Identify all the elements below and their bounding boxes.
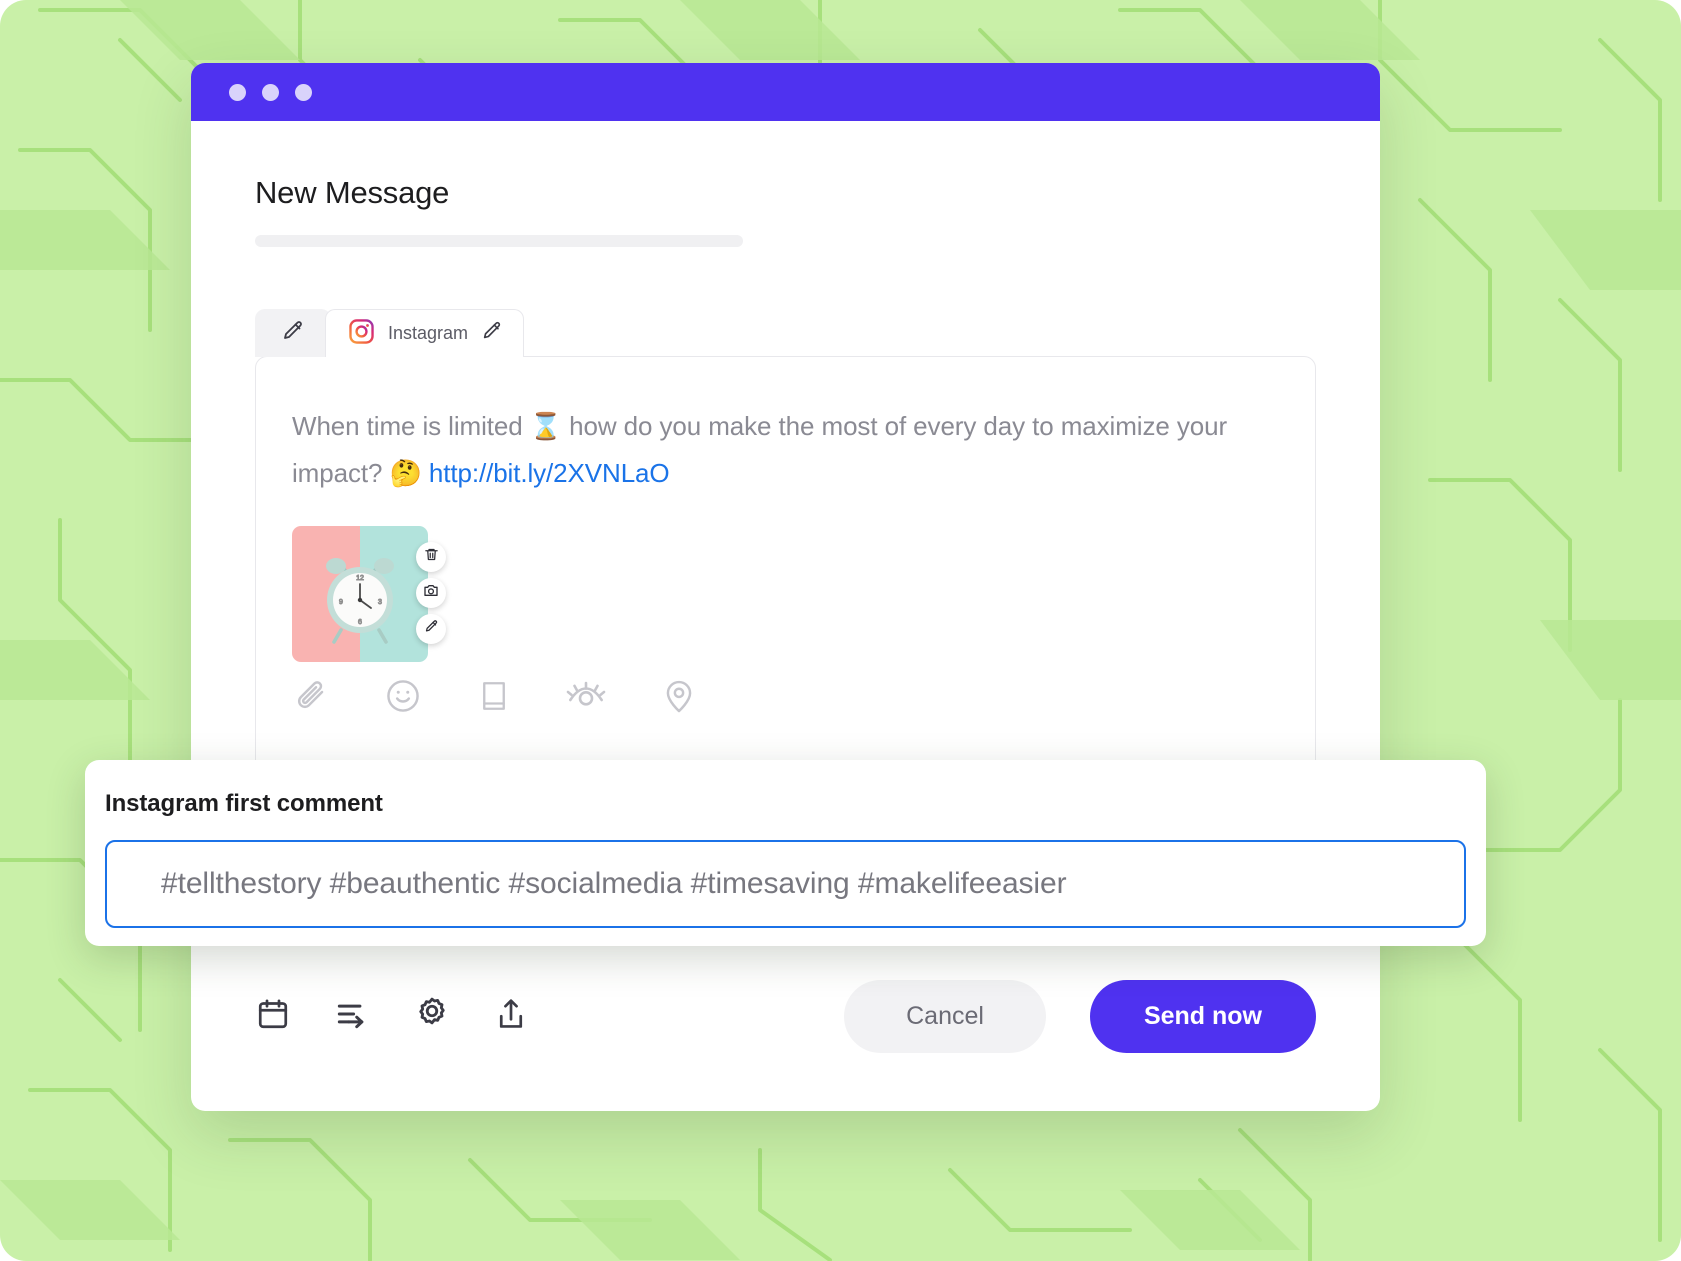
- pencil-icon: [424, 619, 439, 639]
- instagram-first-comment-panel: Instagram first comment #tellthestory #b…: [85, 760, 1486, 946]
- schedule-button[interactable]: [255, 996, 291, 1037]
- minimize-window-button[interactable]: [262, 83, 279, 101]
- channel-tabs: Instagram: [255, 309, 1316, 357]
- window-titlebar: [191, 63, 1380, 121]
- saved-content-button[interactable]: [476, 678, 512, 719]
- edit-attachment-button[interactable]: [416, 613, 446, 644]
- close-window-button[interactable]: [229, 83, 246, 101]
- bottom-buttons: Cancel Send now: [844, 980, 1316, 1053]
- app-window: New Message Instagram When time is limit…: [191, 63, 1380, 1111]
- tab-compose[interactable]: [255, 309, 331, 357]
- svg-text:12: 12: [356, 575, 364, 582]
- alarm-clock-thumbnail[interactable]: 12 3 6 9: [292, 525, 428, 662]
- pencil-icon: [281, 319, 305, 348]
- camera-icon: [423, 582, 439, 603]
- send-now-button[interactable]: Send now: [1089, 980, 1316, 1053]
- attach-file-button[interactable]: [292, 677, 330, 720]
- page-title: New Message: [255, 175, 450, 210]
- message-link[interactable]: http://bit.ly/2XVNLaO: [429, 458, 670, 488]
- svg-text:6: 6: [358, 619, 362, 626]
- window-body: New Message Instagram When time is limit…: [191, 121, 1380, 1111]
- emoji-button[interactable]: [384, 677, 422, 720]
- first-comment-label: Instagram first comment: [105, 790, 383, 817]
- location-button[interactable]: [660, 677, 698, 720]
- maximize-window-button[interactable]: [295, 83, 312, 101]
- alarm-clock-illustration: 12 3 6 9: [326, 557, 394, 644]
- title-placeholder-bar: [255, 235, 743, 247]
- trash-icon: [424, 547, 439, 567]
- preview-button[interactable]: [566, 676, 606, 721]
- tab-instagram-label: Instagram: [388, 323, 469, 343]
- queue-button[interactable]: [333, 995, 371, 1038]
- message-composer[interactable]: When time is limited ⌛ how do you make t…: [255, 356, 1316, 786]
- tab-instagram[interactable]: Instagram: [325, 309, 525, 357]
- share-button[interactable]: [493, 996, 529, 1037]
- composer-toolbar: [292, 676, 698, 721]
- message-text[interactable]: When time is limited ⌛ how do you make t…: [292, 403, 1279, 498]
- attachment-thumbnail-wrapper: 12 3 6 9: [292, 525, 446, 662]
- bottom-action-bar: Cancel Send now: [255, 980, 1316, 1053]
- delete-attachment-button[interactable]: [416, 541, 446, 572]
- svg-text:3: 3: [378, 599, 382, 606]
- pencil-icon[interactable]: [481, 320, 503, 347]
- instagram-icon: [348, 318, 375, 350]
- cancel-button[interactable]: Cancel: [844, 980, 1046, 1053]
- svg-text:9: 9: [339, 599, 343, 606]
- first-comment-input[interactable]: #tellthestory #beauthentic #socialmedia …: [105, 840, 1466, 928]
- attachment-actions: [416, 541, 446, 644]
- replace-attachment-button[interactable]: [416, 577, 446, 608]
- settings-button[interactable]: [413, 995, 451, 1038]
- bottom-toolbar: [255, 995, 529, 1038]
